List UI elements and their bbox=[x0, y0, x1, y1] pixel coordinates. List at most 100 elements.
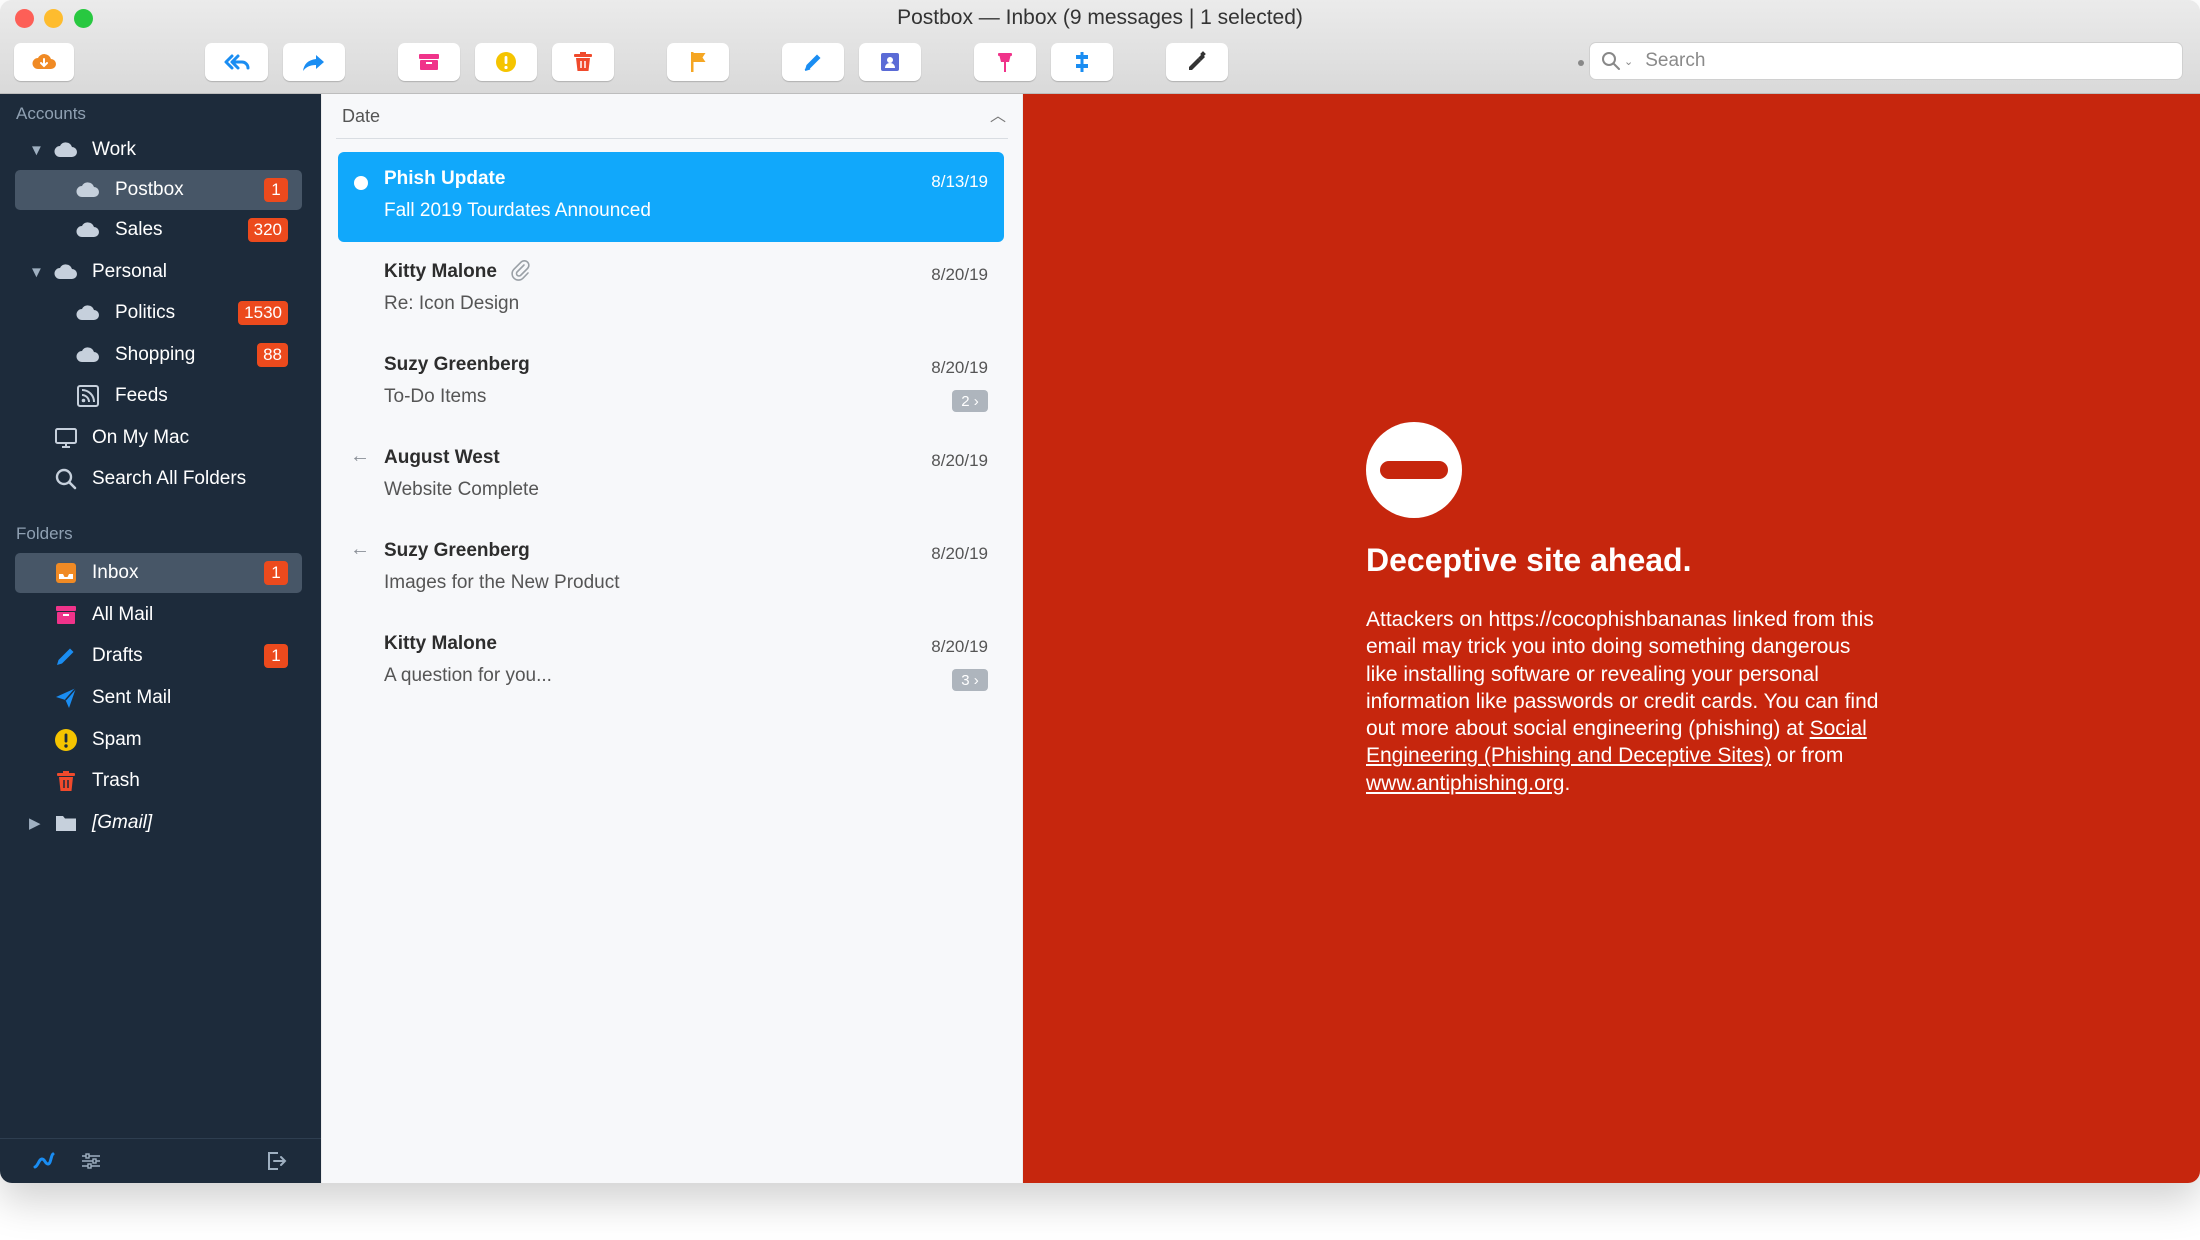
message-date: 8/20/19 bbox=[931, 637, 988, 656]
chevron-up-icon[interactable]: ︿ bbox=[990, 102, 1006, 126]
sidebar-item-label: All Mail bbox=[92, 604, 154, 625]
sidebar-item-search-all-folders[interactable]: Search All Folders bbox=[15, 459, 302, 499]
get-mail-button[interactable] bbox=[14, 43, 74, 81]
message-date: 8/20/19 bbox=[931, 358, 988, 377]
message-subject: A question for you... bbox=[384, 665, 552, 686]
message-row[interactable]: Phish Update 8/13/19 Fall 2019 Tourdates… bbox=[338, 152, 1004, 242]
compose-button[interactable] bbox=[782, 43, 844, 81]
rss-icon bbox=[75, 383, 101, 409]
warning-body-text: or from bbox=[1771, 744, 1844, 768]
trash-icon bbox=[53, 768, 79, 794]
disclosure-triangle-icon[interactable]: ▼ bbox=[29, 264, 44, 281]
sidebar-item-on-my-mac[interactable]: On My Mac bbox=[15, 418, 302, 458]
customize-button[interactable] bbox=[1166, 43, 1228, 81]
flag-icon bbox=[691, 52, 706, 72]
sidebar-item-label: Shopping bbox=[115, 344, 196, 365]
sidebar-item-label: Search All Folders bbox=[92, 468, 247, 489]
message-row[interactable]: ← August West 8/20/19 Website Complete bbox=[338, 431, 1004, 521]
delete-button[interactable] bbox=[552, 43, 614, 81]
sidebar-item-politics[interactable]: Politics 1530 bbox=[15, 293, 302, 333]
unread-badge: 88 bbox=[257, 343, 288, 367]
search-resize-handle[interactable] bbox=[1578, 60, 1584, 66]
sidebar-item-shopping[interactable]: Shopping 88 bbox=[15, 335, 302, 375]
exclamation-icon bbox=[496, 52, 516, 72]
message-subject: To-Do Items bbox=[384, 386, 487, 407]
sidebar-item-work[interactable]: ▼ Work bbox=[15, 130, 302, 170]
sidebar-item-trash[interactable]: Trash bbox=[15, 761, 302, 801]
sidebar-item-drafts[interactable]: Drafts 1 bbox=[15, 636, 302, 676]
sidebar-item-personal[interactable]: ▼ Personal bbox=[15, 252, 302, 292]
move-icon bbox=[1076, 52, 1088, 72]
sidebar-item-feeds[interactable]: Feeds bbox=[15, 376, 302, 416]
sidebar-item-label: Feeds bbox=[115, 385, 168, 406]
sidebar-item-label: Personal bbox=[92, 261, 167, 282]
search-icon bbox=[53, 466, 79, 492]
message-sender: August West bbox=[384, 447, 500, 468]
search-input[interactable] bbox=[1643, 49, 2148, 73]
thread-count-badge[interactable]: 2 › bbox=[952, 390, 988, 412]
sort-header[interactable]: Date ︿ bbox=[336, 94, 1008, 139]
exclamation-icon bbox=[53, 727, 79, 753]
sidebar-item-label: Work bbox=[92, 139, 136, 160]
sidebar-item-inbox[interactable]: Inbox 1 bbox=[15, 553, 302, 593]
disclosure-triangle-icon[interactable]: ▶ bbox=[29, 814, 41, 832]
sidebar-item-sales[interactable]: Sales 320 bbox=[15, 210, 302, 250]
message-row[interactable]: ← Suzy Greenberg 8/20/19 Images for the … bbox=[338, 524, 1004, 614]
sidebar-item-label: Trash bbox=[92, 770, 140, 791]
warning-body-text: . bbox=[1564, 771, 1571, 795]
unread-badge: 1 bbox=[264, 644, 288, 668]
message-subject: Website Complete bbox=[384, 479, 539, 500]
cloud-icon bbox=[75, 177, 101, 203]
forward-button[interactable] bbox=[283, 43, 345, 81]
monitor-icon bbox=[53, 425, 79, 451]
disclosure-triangle-icon[interactable]: ▼ bbox=[29, 142, 44, 159]
message-list: Date ︿ Phish Update 8/13/19 Fall 2019 To… bbox=[322, 94, 1022, 1183]
unread-badge: 320 bbox=[247, 218, 288, 242]
sidebar-item-label: Sent Mail bbox=[92, 687, 172, 708]
warning-body: Attackers on https://cocophishbananas li… bbox=[1366, 606, 1886, 797]
message-subject: Images for the New Product bbox=[384, 572, 620, 593]
sidebar-item-gmail[interactable]: ▶ [Gmail] bbox=[15, 803, 302, 843]
search-field[interactable]: ⌄ bbox=[1590, 43, 2182, 79]
spam-button[interactable] bbox=[475, 43, 537, 81]
thread-count-badge[interactable]: 3 › bbox=[952, 669, 988, 691]
tools-icon bbox=[1189, 51, 1206, 70]
pin-icon bbox=[998, 53, 1012, 72]
sidebar-item-postbox[interactable]: Postbox 1 bbox=[15, 170, 302, 210]
forward-icon bbox=[303, 55, 324, 71]
sidebar-item-spam[interactable]: Spam bbox=[15, 720, 302, 760]
archive-button[interactable] bbox=[398, 43, 460, 81]
unread-dot-icon bbox=[354, 176, 368, 190]
move-button[interactable] bbox=[1051, 43, 1113, 81]
tag-button[interactable] bbox=[974, 43, 1036, 81]
sidebar-item-sent-mail[interactable]: Sent Mail bbox=[15, 678, 302, 718]
window-title: Postbox — Inbox (9 messages | 1 selected… bbox=[897, 6, 1303, 29]
antiphishing-link[interactable]: www.antiphishing.org bbox=[1366, 772, 1564, 795]
flag-button[interactable] bbox=[667, 43, 729, 81]
sidebar: Accounts ▼ Work Postbox 1 Sales 320 ▼ Pe… bbox=[0, 94, 321, 1183]
message-row[interactable]: Kitty Malone 8/20/19 Re: Icon Design bbox=[338, 245, 1004, 335]
message-row[interactable]: Suzy Greenberg 8/20/19 To-Do Items 2 › bbox=[338, 338, 1004, 428]
archive-icon bbox=[53, 602, 79, 628]
sidebar-footer bbox=[0, 1138, 321, 1183]
search-icon bbox=[1602, 52, 1620, 70]
pencil-icon bbox=[53, 643, 79, 669]
sidebar-item-label: Spam bbox=[92, 729, 142, 750]
sliders-icon[interactable] bbox=[79, 1149, 103, 1173]
reply-all-button[interactable] bbox=[205, 43, 268, 81]
cloud-icon bbox=[53, 137, 79, 163]
message-sender: Suzy Greenberg bbox=[384, 354, 530, 375]
chevron-down-icon[interactable]: ⌄ bbox=[1624, 55, 1633, 68]
message-row[interactable]: Kitty Malone 8/20/19 A question for you.… bbox=[338, 617, 1004, 707]
message-date: 8/13/19 bbox=[931, 172, 988, 191]
contacts-button[interactable] bbox=[859, 43, 921, 81]
sidebar-item-all-mail[interactable]: All Mail bbox=[15, 595, 302, 635]
message-subject: Fall 2019 Tourdates Announced bbox=[384, 200, 651, 221]
sign-out-icon[interactable] bbox=[264, 1149, 288, 1173]
folder-icon bbox=[53, 810, 79, 836]
paper-plane-icon bbox=[53, 685, 79, 711]
deceptive-site-warning: Deceptive site ahead. Attackers on https… bbox=[1023, 94, 2200, 1183]
cloud-icon bbox=[75, 300, 101, 326]
activity-icon[interactable] bbox=[32, 1149, 56, 1173]
sidebar-item-label: Sales bbox=[115, 219, 163, 240]
